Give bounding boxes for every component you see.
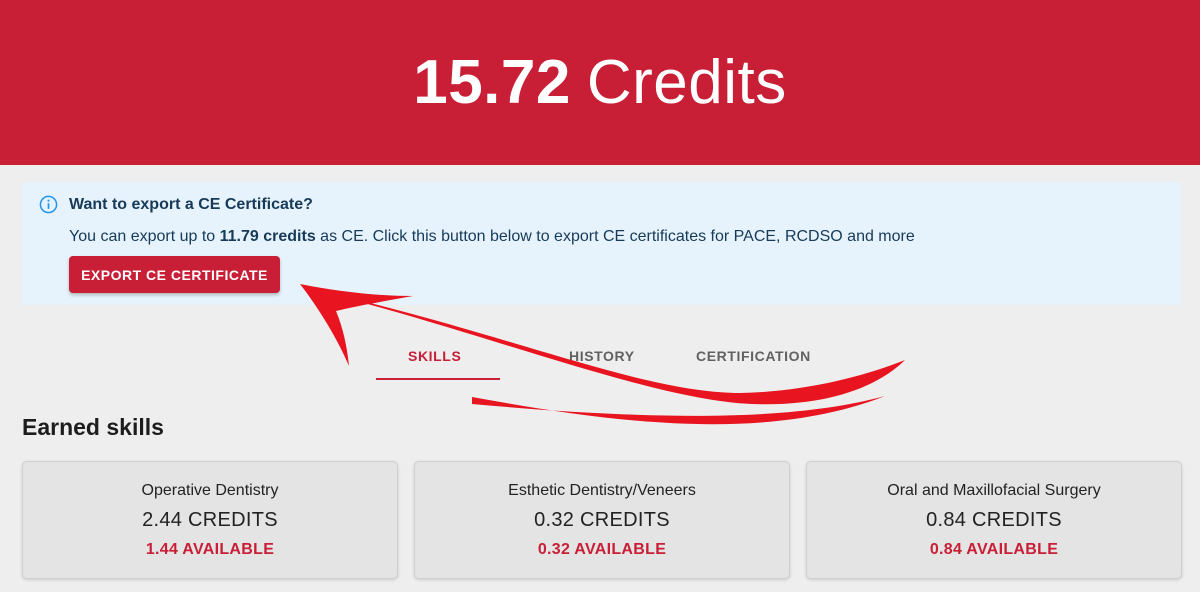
alert-message: You can export up to 11.79 credits as CE…	[69, 228, 915, 246]
skill-name: Oral and Maxillofacial Surgery	[887, 482, 1101, 499]
total-credits-title: 15.72 Credits	[413, 51, 787, 114]
skill-card[interactable]: Operative Dentistry 2.44 CREDITS 1.44 AV…	[22, 461, 398, 579]
skill-card[interactable]: Oral and Maxillofacial Surgery 0.84 CRED…	[806, 461, 1182, 579]
export-ce-certificate-button[interactable]: EXPORT CE CERTIFICATE	[69, 256, 280, 293]
exportable-credits: 11.79 credits	[219, 228, 316, 245]
skill-credits: 0.84 CREDITS	[926, 509, 1062, 531]
info-icon	[39, 195, 58, 214]
skill-name: Esthetic Dentistry/Veneers	[508, 482, 696, 499]
tab-certification[interactable]: CERTIFICATION	[696, 348, 811, 364]
active-tab-indicator	[376, 378, 500, 380]
alert-message-suffix: as CE. Click this button below to export…	[315, 228, 915, 245]
credits-header: 15.72 Credits	[0, 0, 1200, 165]
skill-available: 0.32 AVAILABLE	[537, 541, 667, 558]
alert-title: Want to export a CE Certificate?	[69, 196, 313, 213]
skill-credits: 0.32 CREDITS	[534, 509, 670, 531]
skill-credits: 2.44 CREDITS	[142, 509, 278, 531]
earned-skills-title: Earned skills	[22, 414, 164, 440]
skill-available: 1.44 AVAILABLE	[145, 541, 275, 558]
alert-message-prefix: You can export up to	[69, 228, 220, 245]
export-info-alert: Want to export a CE Certificate? You can…	[22, 182, 1182, 305]
total-credits-unit: Credits	[586, 47, 787, 117]
skill-available: 0.84 AVAILABLE	[929, 541, 1059, 558]
tab-history[interactable]: HISTORY	[569, 348, 635, 364]
tab-skills[interactable]: SKILLS	[408, 348, 461, 364]
skill-card[interactable]: Esthetic Dentistry/Veneers 0.32 CREDITS …	[414, 461, 790, 579]
total-credits-value: 15.72	[413, 47, 571, 117]
tabs: SKILLS HISTORY CERTIFICATION	[0, 330, 1200, 382]
skill-name: Operative Dentistry	[141, 482, 279, 499]
